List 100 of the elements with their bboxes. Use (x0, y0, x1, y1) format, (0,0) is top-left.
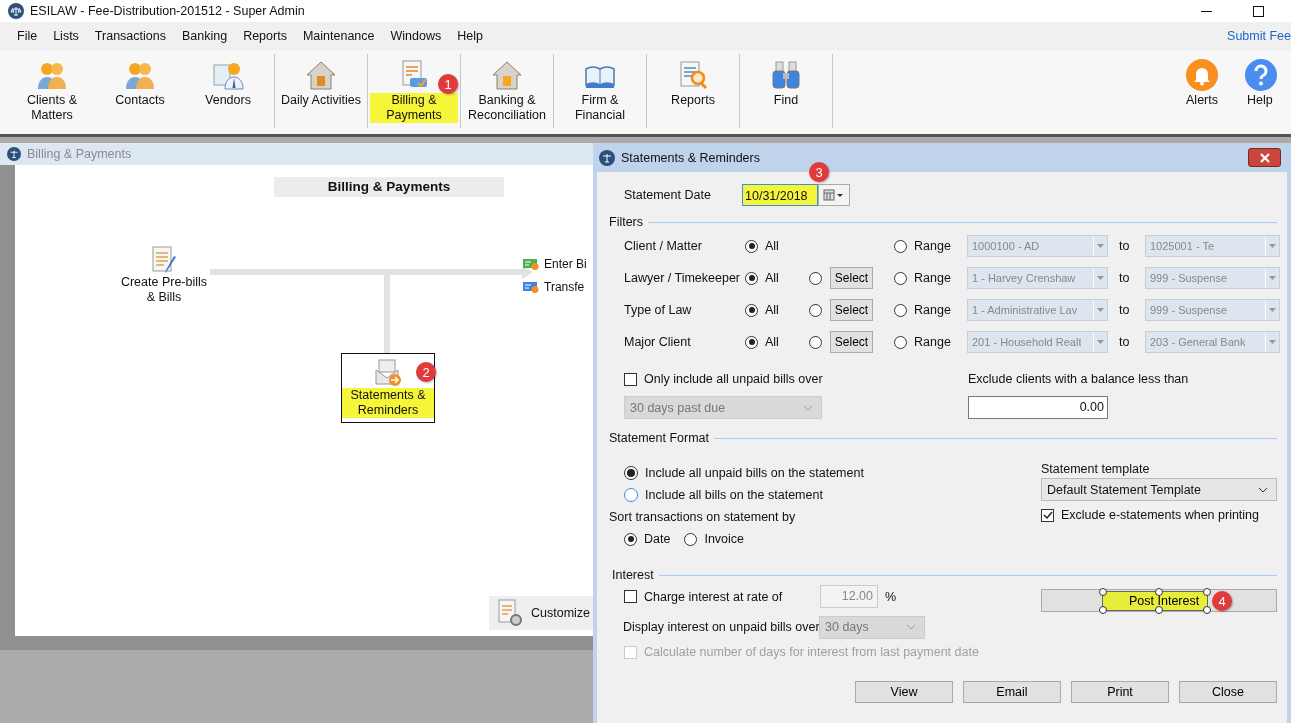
caret-icon (1269, 308, 1276, 312)
bell-icon (1186, 59, 1218, 91)
toolbar-button[interactable]: Find (742, 50, 830, 134)
radio-option[interactable]: Range (894, 239, 967, 253)
checkbox-option[interactable]: Exclude e-statements when printing (1041, 505, 1277, 525)
window-title: Billing & Payments (27, 147, 132, 161)
help-button[interactable]: Help (1243, 50, 1291, 134)
toolbar-button[interactable]: Contacts (96, 50, 184, 134)
toolbar-button[interactable]: Daily Activities (277, 50, 365, 134)
radio-option[interactable]: Date (624, 528, 671, 550)
select-button[interactable]: Select (830, 299, 873, 321)
range-separator: to (1119, 303, 1131, 317)
menu-item[interactable]: Windows (382, 29, 450, 43)
caret-icon (906, 624, 916, 630)
workflow-node[interactable]: Statements & Reminders 2 (341, 353, 435, 423)
caret-icon (1258, 486, 1268, 493)
caret-icon (1269, 340, 1276, 344)
dialog-button[interactable]: View (855, 681, 953, 703)
caret-icon (1097, 276, 1104, 280)
workflow-node[interactable]: Create Pre-bills & Bills (114, 245, 214, 305)
field-label: Statement template (1041, 461, 1151, 478)
field-label: Client / Matter (624, 239, 703, 253)
maximize-button[interactable] (1253, 5, 1264, 17)
section-heading: Billing & Payments (274, 177, 504, 197)
section-title: Interest (612, 568, 654, 582)
radio-option[interactable]: All (745, 239, 809, 253)
toolbar-button[interactable]: Banking & Reconciliation (463, 50, 551, 134)
radio-option[interactable]: Invoice (684, 528, 744, 550)
radio-option[interactable]: All (745, 335, 809, 349)
caret-icon (1097, 244, 1104, 248)
dropdown[interactable]: Default Statement Template (1041, 478, 1277, 501)
select-button[interactable]: Select (830, 331, 873, 353)
dialog-button[interactable]: Close (1179, 681, 1277, 703)
radio-label: Include all unpaid bills on the statement (645, 466, 864, 480)
help-icon (1245, 59, 1277, 91)
field-label: Statement Date (624, 188, 712, 202)
toolbar-button[interactable]: Reports (649, 50, 737, 134)
checkbox-option[interactable]: Charge interest at rate of (624, 586, 816, 607)
radio-option[interactable]: All (745, 271, 809, 285)
radio-button[interactable] (809, 271, 822, 285)
radio-label: Include all bills on the statement (645, 488, 823, 502)
workflow-link[interactable]: Transfe (523, 280, 585, 294)
unit-label: % (885, 589, 897, 604)
menu-item[interactable]: File (9, 29, 46, 43)
section-title: Filters (609, 215, 644, 229)
step-badge: 1 (438, 74, 458, 94)
scales-icon (8, 3, 24, 19)
toolbar-button[interactable]: Firm & Financial (556, 50, 644, 134)
document-gear-icon (497, 599, 523, 627)
range-separator: to (1119, 335, 1131, 349)
dialog-button[interactable]: Email (963, 681, 1061, 703)
dialog-title: Statements & Reminders (621, 150, 760, 165)
range-separator: to (1119, 239, 1131, 253)
document-icon (149, 245, 179, 275)
section-title: Statement Format (609, 431, 710, 445)
envelope-icon (373, 358, 403, 388)
house-icon (491, 59, 523, 91)
binoculars-icon (770, 59, 802, 91)
caret-icon (1269, 244, 1276, 248)
alerts-button[interactable]: Alerts (1161, 50, 1243, 134)
caret-icon (1097, 340, 1104, 344)
menu-item[interactable]: Help (449, 29, 491, 43)
report-icon (677, 59, 709, 91)
date-field[interactable]: 10/31/2018 (742, 184, 818, 206)
scales-icon (599, 149, 615, 166)
radio-option[interactable]: Range (894, 303, 967, 317)
calendar-button[interactable] (818, 184, 850, 206)
menu-item[interactable]: Lists (45, 29, 87, 43)
menu-item[interactable]: Maintenance (294, 29, 383, 43)
radio-button[interactable] (624, 466, 638, 480)
scales-icon (7, 147, 21, 161)
amount-field[interactable]: 0.00 (968, 396, 1108, 419)
toolbar-button[interactable]: Clients & Matters (8, 50, 96, 134)
radio-button[interactable] (809, 335, 822, 349)
radio-option[interactable]: Range (894, 335, 967, 349)
caret-icon (1269, 276, 1276, 280)
toolbar-button[interactable]: Billing & Payments 1 (370, 50, 458, 134)
radio-option[interactable]: Range (894, 271, 967, 285)
feedback-link[interactable]: Submit Fee (1227, 29, 1291, 43)
house-icon (305, 59, 337, 91)
window-title: ESILAW - Fee-Distribution-201512 - Super Admin (30, 4, 306, 18)
select-button[interactable]: Select (830, 267, 873, 289)
caret-icon (803, 404, 813, 411)
radio-button[interactable] (624, 488, 638, 502)
radio-button[interactable] (809, 303, 822, 317)
workflow-link[interactable]: Enter Bi (523, 257, 587, 271)
menu-item[interactable]: Transactions (86, 29, 174, 43)
close-button[interactable] (1248, 148, 1281, 167)
field-label: Sort transactions on statement by (609, 509, 797, 526)
field-label: Major Client (624, 335, 692, 349)
menu-item[interactable]: Reports (235, 29, 295, 43)
step-badge: 3 (809, 162, 829, 182)
dialog-button[interactable]: Print (1071, 681, 1169, 703)
checkbox-option[interactable]: Only include all unpaid bills over (624, 369, 968, 389)
toolbar-button[interactable]: Vendors (184, 50, 272, 134)
minimize-button[interactable] (1201, 10, 1212, 12)
caret-icon (1097, 308, 1104, 312)
menu-item[interactable]: Banking (173, 29, 236, 43)
range-separator: to (1119, 271, 1131, 285)
radio-option[interactable]: All (745, 303, 809, 317)
